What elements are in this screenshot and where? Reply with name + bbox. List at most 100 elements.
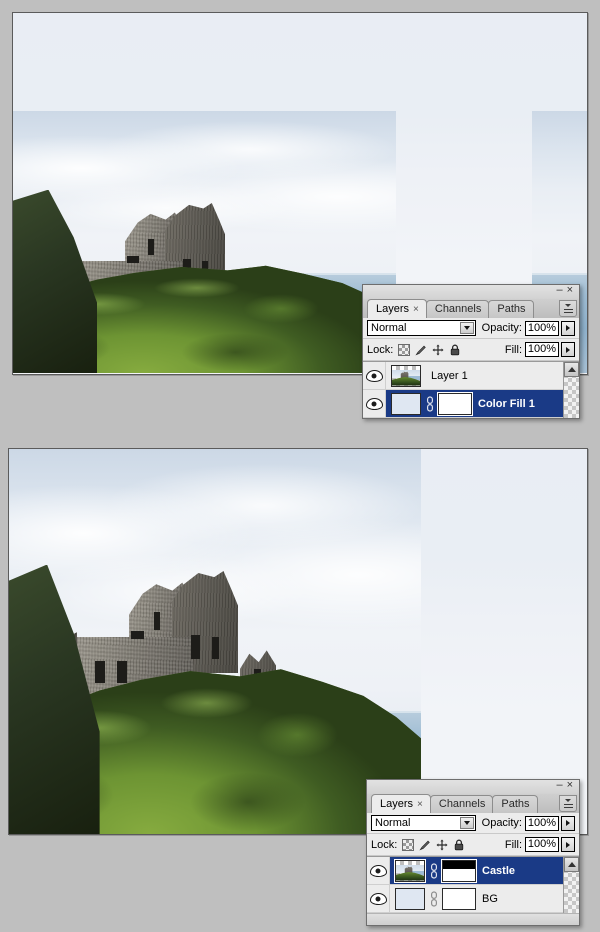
layer-mask-thumbnail[interactable]: [441, 858, 477, 883]
lock-all-icon[interactable]: [453, 839, 465, 851]
layer-list-bottom[interactable]: Castle BG: [367, 856, 579, 913]
layer-name[interactable]: Castle: [482, 865, 515, 877]
fill-value[interactable]: 100%: [525, 342, 559, 357]
lock-image-pixels-icon[interactable]: [419, 839, 431, 851]
layer-visibility-toggle[interactable]: [367, 885, 390, 912]
document-window-bottom[interactable]: [8, 448, 588, 835]
fill-slider-arrow-icon[interactable]: [561, 837, 575, 852]
castle-window: [148, 239, 154, 255]
minimize-icon[interactable]: –: [555, 779, 565, 791]
link-mask-icon[interactable]: [428, 861, 439, 881]
tab-paths-label: Paths: [501, 798, 530, 810]
blend-opacity-row: Normal Opacity: 100%: [367, 813, 579, 834]
layer-thumbnail[interactable]: [391, 392, 421, 415]
chevron-down-icon[interactable]: [459, 322, 474, 334]
layers-palette-top[interactable]: – × Layers × Channels Paths Normal Opacity…: [362, 284, 580, 419]
tab-channels[interactable]: Channels: [429, 795, 494, 813]
layer-mask-thumbnail[interactable]: [442, 887, 476, 910]
link-mask-icon[interactable]: [428, 889, 439, 909]
layer-list-scrollbar[interactable]: [563, 857, 579, 913]
layers-palette-bottom[interactable]: – × Layers × Channels Paths Normal Opacity…: [366, 779, 580, 926]
table-row[interactable]: Color Fill 1: [363, 390, 579, 418]
lock-position-icon[interactable]: [436, 839, 448, 851]
lock-fill-row: Lock: Fill: 100%: [367, 834, 579, 856]
fill-value[interactable]: 100%: [525, 837, 559, 852]
tab-paths[interactable]: Paths: [488, 300, 534, 318]
lock-transparency-icon[interactable]: [398, 343, 411, 356]
layer-thumbnail[interactable]: [394, 858, 426, 883]
close-icon[interactable]: ×: [566, 284, 576, 296]
lock-transparency-icon[interactable]: [402, 838, 415, 851]
opacity-field[interactable]: 100%: [525, 320, 575, 336]
castle-window: [191, 635, 200, 659]
layer-visibility-toggle[interactable]: [367, 857, 390, 884]
tab-channels-label: Channels: [434, 303, 482, 315]
palette-tab-strip[interactable]: Layers × Channels Paths: [363, 299, 579, 318]
tab-paths-label: Paths: [497, 303, 526, 315]
table-row[interactable]: BG: [367, 885, 579, 913]
lock-all-icon[interactable]: [449, 344, 461, 356]
scroll-up-button[interactable]: [564, 362, 579, 377]
opacity-slider-arrow-icon[interactable]: [561, 320, 575, 336]
fill-field[interactable]: 100%: [525, 342, 575, 357]
layer-thumbnail[interactable]: [391, 364, 421, 387]
tab-layers[interactable]: Layers ×: [371, 794, 431, 813]
lock-icon-group[interactable]: [402, 838, 465, 851]
eye-icon[interactable]: [365, 369, 383, 382]
close-icon[interactable]: ×: [566, 779, 576, 791]
layer-name[interactable]: BG: [482, 893, 498, 905]
window-controls[interactable]: – ×: [555, 779, 576, 792]
eye-icon[interactable]: [369, 864, 387, 877]
table-row[interactable]: Castle: [367, 857, 579, 885]
opacity-label: Opacity:: [481, 817, 522, 829]
castle-photo-layer-bottom[interactable]: [9, 449, 421, 834]
layer-list-top[interactable]: Layer 1 Color Fill 1: [363, 361, 579, 418]
palette-title-bar[interactable]: – ×: [363, 284, 579, 299]
fill-field[interactable]: 100%: [525, 837, 575, 852]
blend-mode-select[interactable]: Normal: [367, 320, 476, 336]
layer-mask-thumbnail[interactable]: [437, 391, 473, 416]
link-mask-icon[interactable]: [424, 394, 435, 414]
palette-footer: [367, 913, 579, 925]
window-controls[interactable]: – ×: [555, 284, 576, 297]
layer-visibility-toggle[interactable]: [363, 390, 386, 417]
panel-menu-icon[interactable]: [559, 795, 577, 812]
panel-menu-icon[interactable]: [559, 300, 577, 317]
palette-title-bar[interactable]: – ×: [367, 779, 579, 794]
tab-channels[interactable]: Channels: [425, 300, 490, 318]
tab-close-icon[interactable]: ×: [417, 799, 423, 810]
blend-mode-value: Normal: [371, 322, 407, 334]
lock-image-pixels-icon[interactable]: [415, 344, 427, 356]
scroll-up-button[interactable]: [564, 857, 579, 872]
thumbnail-photo: [396, 865, 424, 881]
blend-mode-select[interactable]: Normal: [371, 815, 476, 831]
tab-layers[interactable]: Layers ×: [367, 299, 427, 318]
layer-name[interactable]: Layer 1: [431, 370, 468, 382]
opacity-field[interactable]: 100%: [525, 815, 575, 831]
layer-list-scrollbar[interactable]: [563, 362, 579, 418]
eye-icon[interactable]: [365, 397, 383, 410]
lock-icon-group[interactable]: [398, 343, 461, 356]
castle-photo-layer-top[interactable]: [13, 111, 396, 373]
castle-window: [212, 637, 219, 659]
fill-label: Fill:: [504, 838, 522, 851]
layer-visibility-toggle[interactable]: [363, 362, 386, 389]
blend-opacity-row: Normal Opacity: 100%: [363, 318, 579, 339]
minimize-icon[interactable]: –: [555, 284, 565, 296]
tab-layers-label: Layers: [376, 303, 410, 315]
opacity-value[interactable]: 100%: [525, 320, 559, 336]
layer-name[interactable]: Color Fill 1: [478, 398, 535, 410]
table-row[interactable]: Layer 1: [363, 362, 579, 390]
chevron-down-icon[interactable]: [459, 817, 474, 829]
tab-close-icon[interactable]: ×: [413, 304, 419, 315]
eye-icon[interactable]: [369, 892, 387, 905]
opacity-value[interactable]: 100%: [525, 815, 559, 831]
lock-position-icon[interactable]: [432, 344, 444, 356]
opacity-slider-arrow-icon[interactable]: [561, 815, 575, 831]
castle-window: [154, 612, 160, 630]
tab-paths[interactable]: Paths: [492, 795, 538, 813]
lock-label: Lock:: [367, 343, 394, 356]
fill-slider-arrow-icon[interactable]: [561, 342, 575, 357]
layer-thumbnail[interactable]: [395, 887, 425, 910]
palette-tab-strip[interactable]: Layers × Channels Paths: [367, 794, 579, 813]
